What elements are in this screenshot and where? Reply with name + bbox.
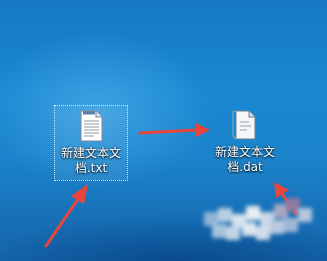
generic-file-icon [232,110,256,140]
file-name-label: 新建文本文档.txt [60,146,121,175]
arrow-pointing-to-dat-icon [274,182,298,216]
arrow-txt-to-dat [138,123,210,137]
blurred-watermark [198,194,316,246]
text-document-icon [80,110,103,142]
desktop-icon-txt-file[interactable]: 新建文本文档.txt [54,105,128,181]
file-name-label: 新建文本文档.dat [214,145,275,174]
desktop-icon-dat-file[interactable]: 新建文本文档.dat [208,105,282,181]
arrow-pointing-to-txt-icon [44,184,88,248]
desktop: 新建文本文档.txt 新建文本文档.dat [0,0,327,261]
